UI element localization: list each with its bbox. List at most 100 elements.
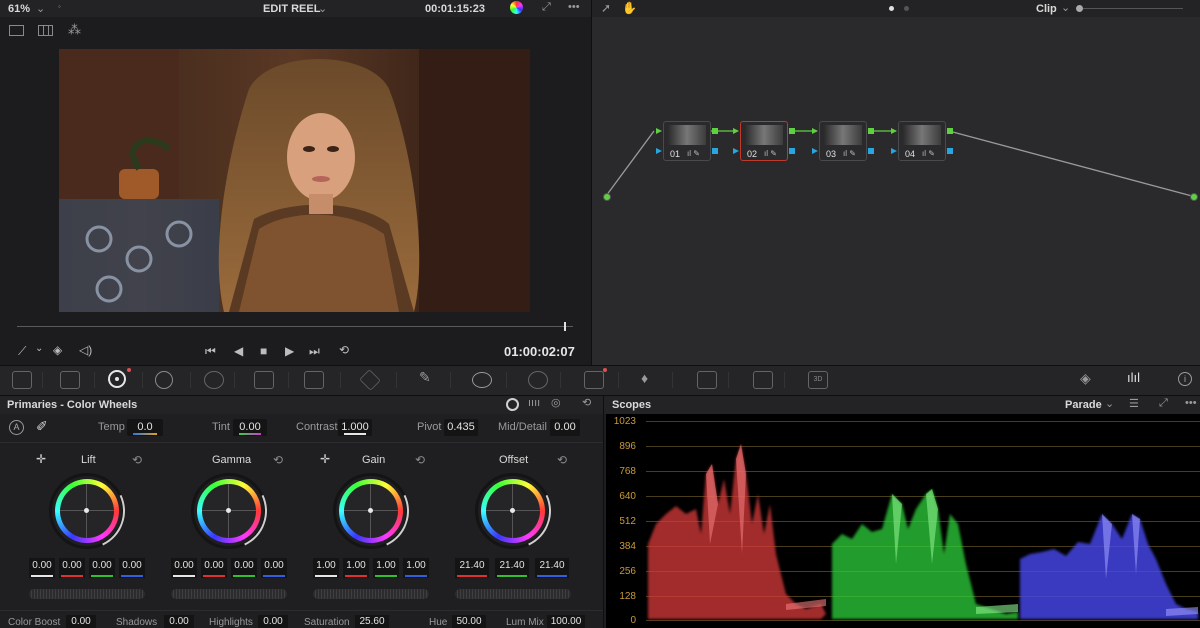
- node-key-output-port[interactable]: [789, 148, 795, 154]
- output-port[interactable]: [1190, 193, 1198, 201]
- timeline-dropdown-icon[interactable]: ⌄: [318, 2, 327, 15]
- play-reverse-icon[interactable]: ◀: [234, 344, 243, 358]
- sync-icon[interactable]: ◦: [58, 2, 61, 11]
- blur-icon[interactable]: ♦: [641, 370, 648, 386]
- wheels-mode-icon[interactable]: [506, 398, 519, 411]
- gain-b-value[interactable]: 1.00: [403, 558, 429, 578]
- gain-reset-icon[interactable]: ⟲: [415, 453, 425, 467]
- lift-b-value[interactable]: 0.00: [119, 558, 145, 578]
- node-key-output-port[interactable]: [947, 148, 953, 154]
- pivot-field[interactable]: 0.435: [444, 419, 478, 436]
- volume-icon[interactable]: ◁): [79, 343, 92, 357]
- temp-field[interactable]: 0.0: [127, 419, 163, 436]
- log-mode-icon[interactable]: ◎: [551, 396, 561, 409]
- offset-wheel[interactable]: [464, 462, 562, 560]
- color-icon[interactable]: [510, 1, 523, 14]
- lift-master-wheel[interactable]: [29, 589, 145, 599]
- node-output-port[interactable]: [868, 128, 874, 134]
- sizing-icon[interactable]: [753, 371, 773, 389]
- gain-g-value[interactable]: 1.00: [373, 558, 399, 578]
- scope-expand-icon[interactable]: ⤢: [1159, 397, 1168, 410]
- scope-settings-icon[interactable]: ☰: [1129, 397, 1139, 410]
- scrubber-track[interactable]: [17, 326, 573, 327]
- lift-y-value[interactable]: 0.00: [29, 558, 55, 578]
- node-key-output-port[interactable]: [712, 148, 718, 154]
- picker-icon[interactable]: ⟋: [18, 344, 26, 359]
- gain-wheel[interactable]: [322, 462, 420, 560]
- curves-icon[interactable]: [304, 371, 324, 389]
- offset-g-value[interactable]: 21.40: [495, 558, 529, 578]
- stop-icon[interactable]: ■: [260, 344, 267, 358]
- magic-mask-icon[interactable]: [584, 371, 604, 389]
- split-view-icon[interactable]: [38, 25, 53, 36]
- layers-icon[interactable]: ◈: [53, 343, 62, 357]
- lift-g-value[interactable]: 0.00: [89, 558, 115, 578]
- motion-effects-icon[interactable]: [254, 371, 274, 389]
- bars-mode-icon[interactable]: ıııı: [528, 397, 540, 409]
- single-viewer-icon[interactable]: [9, 25, 24, 36]
- saturation-field[interactable]: 25.60: [355, 615, 389, 628]
- gamma-r-value[interactable]: 0.00: [201, 558, 227, 578]
- gamma-reset-icon[interactable]: ⟲: [273, 453, 283, 467]
- tint-field[interactable]: 0.00: [233, 419, 267, 436]
- offset-master-wheel[interactable]: [455, 589, 571, 599]
- scopes-icon[interactable]: ılıl: [1127, 370, 1147, 388]
- scope-type-dropdown-icon[interactable]: ⌄: [1105, 397, 1114, 410]
- rgb-mixer-icon[interactable]: [204, 371, 224, 389]
- key-icon[interactable]: [697, 371, 717, 389]
- offset-r-value[interactable]: 21.40: [455, 558, 489, 578]
- loop-icon[interactable]: ⟲: [339, 343, 349, 357]
- source-input-port[interactable]: [603, 193, 611, 201]
- node-output-port[interactable]: [789, 128, 795, 134]
- gamma-master-wheel[interactable]: [171, 589, 287, 599]
- offset-reset-icon[interactable]: ⟲: [557, 453, 567, 467]
- hdr-wheels-icon[interactable]: [155, 371, 173, 389]
- white-balance-picker-icon[interactable]: ✐: [36, 418, 48, 435]
- tracker-icon[interactable]: [528, 371, 548, 389]
- gain-r-value[interactable]: 1.00: [343, 558, 369, 578]
- node-key-output-port[interactable]: [868, 148, 874, 154]
- offset-b-value[interactable]: 21.40: [535, 558, 569, 578]
- play-icon[interactable]: ▶: [285, 344, 294, 358]
- gamma-y-value[interactable]: 0.00: [171, 558, 197, 578]
- node-04[interactable]: 04 ıl ✎: [898, 121, 946, 161]
- lift-wheel[interactable]: [38, 462, 136, 560]
- color-match-icon[interactable]: [60, 371, 80, 389]
- jump-start-icon[interactable]: ⏮: [205, 344, 216, 359]
- scope-type-dropdown[interactable]: Parade: [1065, 399, 1102, 411]
- lift-r-value[interactable]: 0.00: [59, 558, 85, 578]
- node-output-port[interactable]: [712, 128, 718, 134]
- timeline-title[interactable]: EDIT REEL: [263, 3, 320, 15]
- node-03[interactable]: 03 ıl ✎: [819, 121, 867, 161]
- node-02[interactable]: 02 ıl ✎: [740, 121, 788, 161]
- info-icon[interactable]: i: [1178, 372, 1192, 386]
- scope-more-icon[interactable]: •••: [1185, 397, 1197, 409]
- node-01[interactable]: 01 ıl ✎: [663, 121, 711, 161]
- black-point-picker-icon[interactable]: ✛: [36, 452, 46, 466]
- zoom-dropdown-icon[interactable]: ⌄: [36, 2, 45, 15]
- gamma-g-value[interactable]: 0.00: [231, 558, 257, 578]
- more-options-icon[interactable]: •••: [568, 1, 580, 13]
- window-icon[interactable]: [472, 372, 492, 388]
- qualifier-icon[interactable]: ✎: [419, 369, 431, 386]
- mid-detail-field[interactable]: 0.00: [550, 419, 580, 436]
- highlights-field[interactable]: 0.00: [258, 615, 288, 628]
- gain-y-value[interactable]: 1.00: [313, 558, 339, 578]
- jump-end-icon[interactable]: ⏭: [309, 344, 320, 359]
- gamma-wheel[interactable]: [180, 462, 278, 560]
- white-point-picker-icon[interactable]: ✛: [320, 452, 330, 466]
- auto-balance-button[interactable]: A: [9, 420, 24, 435]
- node-output-port[interactable]: [947, 128, 953, 134]
- reset-all-icon[interactable]: ⟲: [582, 396, 591, 409]
- lum-mix-field[interactable]: 100.00: [547, 615, 585, 628]
- gamma-b-value[interactable]: 0.00: [261, 558, 287, 578]
- camera-raw-icon[interactable]: [12, 371, 32, 389]
- contrast-field[interactable]: 1.000: [338, 419, 372, 436]
- hue-field[interactable]: 50.00: [452, 615, 486, 628]
- gain-master-wheel[interactable]: [313, 589, 429, 599]
- picker-dropdown-icon[interactable]: ⌄: [35, 343, 43, 354]
- shadows-field[interactable]: 0.00: [164, 615, 194, 628]
- playhead[interactable]: [563, 322, 566, 331]
- color-boost-field[interactable]: 0.00: [66, 615, 96, 628]
- keyframes-icon[interactable]: ◈: [1080, 370, 1091, 387]
